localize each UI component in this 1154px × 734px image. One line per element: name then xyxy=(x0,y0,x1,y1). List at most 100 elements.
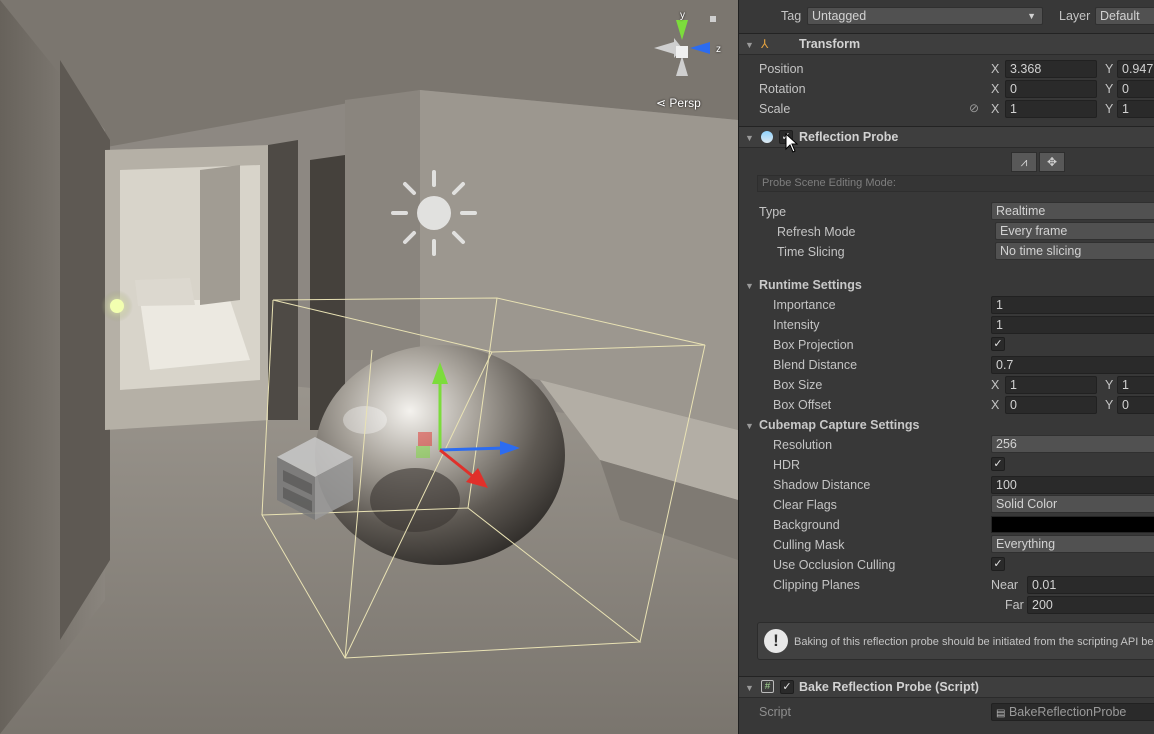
link-icon[interactable]: ⊘ xyxy=(969,101,979,115)
box-size-label: Box Size xyxy=(773,378,823,392)
refresh-mode-dropdown[interactable]: Every frame xyxy=(995,222,1154,240)
rotation-y-label: Y xyxy=(1105,82,1114,96)
box-offset-x-field[interactable]: 0 xyxy=(1005,396,1097,414)
foldout-arrow-icon[interactable]: ▼ xyxy=(745,133,754,143)
scale-x-label: X xyxy=(991,102,1000,116)
gizmo-y-label: y xyxy=(680,10,685,21)
transform-title: Transform xyxy=(799,37,861,51)
hdr-label: HDR xyxy=(773,458,801,472)
scale-y-label: Y xyxy=(1105,102,1114,116)
inspector-panel: Tag Untagged ▼ Layer Default ▼ ⅄ Transfo… xyxy=(738,0,1154,734)
help-box: ! Baking of this reflection probe should… xyxy=(757,622,1154,660)
scale-x-field[interactable]: 1 xyxy=(1005,100,1097,118)
occlusion-culling-label: Use Occlusion Culling xyxy=(773,558,896,572)
script-label: Script xyxy=(759,705,791,719)
type-label: Type xyxy=(759,205,787,219)
occlusion-culling-checkbox[interactable]: ✓ xyxy=(991,557,1005,571)
foldout-arrow-icon[interactable]: ▼ xyxy=(745,281,754,291)
shadow-distance-field[interactable]: 100 xyxy=(991,476,1154,494)
edit-origin-button[interactable]: ✥ xyxy=(1039,152,1065,172)
script-field: ▤ BakeReflectionProbe xyxy=(991,703,1154,721)
bake-script-title: Bake Reflection Probe (Script) xyxy=(799,680,979,694)
box-size-x-field[interactable]: 1 xyxy=(1005,376,1097,394)
box-projection-label: Box Projection xyxy=(773,338,854,352)
culling-mask-dropdown[interactable]: Everything xyxy=(991,535,1154,553)
time-slicing-dropdown[interactable]: No time slicing xyxy=(995,242,1154,260)
resolution-dropdown[interactable]: 256 xyxy=(991,435,1154,453)
far-label: Far xyxy=(1005,598,1024,612)
layer-label: Layer xyxy=(1059,9,1091,23)
rotation-label: Rotation xyxy=(759,82,806,96)
clear-flags-label: Clear Flags xyxy=(773,498,837,512)
view-mode-label: Persp xyxy=(669,96,701,110)
position-y-field[interactable]: 0.947 xyxy=(1117,60,1154,78)
near-label: Near xyxy=(991,578,1019,592)
box-size-x-label: X xyxy=(991,378,1000,392)
resolution-label: Resolution xyxy=(773,438,833,452)
position-x-label: X xyxy=(991,62,1000,76)
edit-bounds-button[interactable]: ⩘ xyxy=(1011,152,1037,172)
background-color-swatch[interactable] xyxy=(991,516,1154,533)
clear-flags-dropdown[interactable]: Solid Color xyxy=(991,495,1154,513)
help-text: Baking of this reflection probe should b… xyxy=(794,636,1154,648)
position-label: Position xyxy=(759,62,804,76)
scene-view[interactable]: y z ⋖ Persp xyxy=(0,0,738,734)
foldout-arrow-icon[interactable]: ▼ xyxy=(745,683,754,693)
tag-label: Tag xyxy=(781,9,802,23)
position-y-label: Y xyxy=(1105,62,1114,76)
box-projection-checkbox[interactable]: ✓ xyxy=(991,337,1005,351)
type-dropdown[interactable]: Realtime xyxy=(991,202,1154,220)
view-mode-toggle[interactable]: ⋖ Persp xyxy=(656,96,701,110)
reflection-probe-title: Reflection Probe xyxy=(799,130,899,144)
blend-distance-field[interactable]: 0.7 xyxy=(991,356,1154,374)
shadow-distance-label: Shadow Distance xyxy=(773,478,871,492)
script-hash-icon: # xyxy=(761,680,774,693)
cubemap-capture-settings-title[interactable]: Cubemap Capture Settings xyxy=(759,418,919,432)
foldout-arrow-icon[interactable]: ▼ xyxy=(745,40,754,50)
far-field[interactable]: 200 xyxy=(1027,596,1154,614)
near-field[interactable]: 0.01 xyxy=(1027,576,1154,594)
scale-y-field[interactable]: 1 xyxy=(1117,100,1154,118)
tag-dropdown[interactable]: Untagged ▼ xyxy=(807,7,1043,25)
box-offset-label: Box Offset xyxy=(773,398,832,412)
importance-label: Importance xyxy=(773,298,836,312)
runtime-settings-title[interactable]: Runtime Settings xyxy=(759,278,862,292)
culling-mask-label: Culling Mask xyxy=(773,538,845,552)
box-offset-y-field[interactable]: 0 xyxy=(1117,396,1154,414)
layer-value: Default xyxy=(1100,9,1140,23)
bake-script-header[interactable]: ▼ # ✓ Bake Reflection Probe (Script) xyxy=(739,676,1154,698)
rotation-x-label: X xyxy=(991,82,1000,96)
probe-scene-editing-mode: Probe Scene Editing Mode: xyxy=(757,175,1154,192)
info-icon: ! xyxy=(764,629,788,653)
reflection-probe-header[interactable]: ▼ ✓ Reflection Probe xyxy=(739,126,1154,148)
orientation-gizmo[interactable] xyxy=(646,8,726,88)
position-x-field[interactable]: 3.368 xyxy=(1005,60,1097,78)
time-slicing-label: Time Slicing xyxy=(777,245,845,259)
transform-icon: ⅄ xyxy=(761,37,769,51)
rotation-x-field[interactable]: 0 xyxy=(1005,80,1097,98)
transform-header[interactable]: ▼ ⅄ Transform xyxy=(739,33,1154,55)
intensity-field[interactable]: 1 xyxy=(991,316,1154,334)
bake-script-enabled-checkbox[interactable]: ✓ xyxy=(780,680,794,694)
hdr-checkbox[interactable]: ✓ xyxy=(991,457,1005,471)
background-label: Background xyxy=(773,518,840,532)
script-value: BakeReflectionProbe xyxy=(1008,705,1127,719)
foldout-arrow-icon[interactable]: ▼ xyxy=(745,421,754,431)
edit-bounds-icon: ⩘ xyxy=(1020,155,1028,169)
sun-icon xyxy=(391,170,477,256)
scene-render xyxy=(0,0,738,734)
box-size-y-label: Y xyxy=(1105,378,1114,392)
importance-field[interactable]: 1 xyxy=(991,296,1154,314)
box-size-y-field[interactable]: 1 xyxy=(1117,376,1154,394)
scale-label: Scale xyxy=(759,102,791,116)
script-file-icon: ▤ xyxy=(996,708,1006,719)
box-offset-y-label: Y xyxy=(1105,398,1114,412)
mouse-cursor-icon xyxy=(785,133,799,153)
clipping-planes-label: Clipping Planes xyxy=(773,578,860,592)
gizmo-z-label: z xyxy=(716,44,721,55)
layer-dropdown[interactable]: Default xyxy=(1095,7,1154,25)
box-offset-x-label: X xyxy=(991,398,1000,412)
rotation-y-field[interactable]: 0 xyxy=(1117,80,1154,98)
intensity-label: Intensity xyxy=(773,318,820,332)
refresh-mode-label: Refresh Mode xyxy=(777,225,856,239)
